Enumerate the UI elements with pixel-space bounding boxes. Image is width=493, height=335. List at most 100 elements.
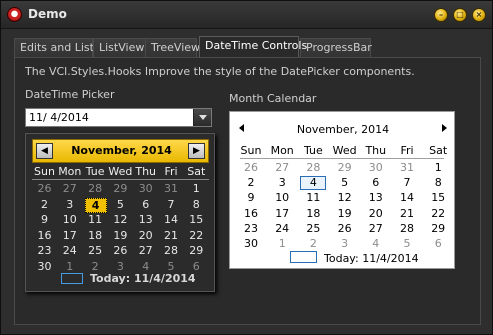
calendar-day[interactable]: 1 bbox=[184, 182, 209, 195]
calendar-day[interactable]: 8 bbox=[425, 176, 451, 189]
calendar-day[interactable]: 27 bbox=[57, 182, 82, 195]
calendar-day[interactable]: 22 bbox=[184, 229, 209, 242]
calendar-day[interactable]: 20 bbox=[133, 229, 158, 242]
calendar-day[interactable]: 29 bbox=[332, 161, 358, 174]
title-bar[interactable]: Demo – □ × bbox=[1, 1, 492, 29]
calendar-day[interactable]: 9 bbox=[238, 191, 264, 204]
calendar-day[interactable]: 23 bbox=[32, 244, 57, 257]
month-calendar-month-title[interactable]: November, 2014 bbox=[230, 123, 456, 136]
calendar-day[interactable]: 11 bbox=[83, 213, 108, 226]
calendar-day[interactable]: 5 bbox=[108, 198, 133, 211]
calendar-day[interactable]: 22 bbox=[425, 207, 451, 220]
calendar-day[interactable]: 10 bbox=[57, 213, 82, 226]
calendar-day[interactable]: 31 bbox=[394, 161, 420, 174]
calendar-day[interactable]: 25 bbox=[300, 222, 326, 235]
dropdown-calendar-header: ◀ November, 2014 ▶ bbox=[32, 139, 209, 163]
calendar-day[interactable]: 18 bbox=[83, 229, 108, 242]
tab-edits-and-lists[interactable]: Edits and Lists bbox=[14, 38, 100, 57]
calendar-day[interactable]: 3 bbox=[269, 176, 295, 189]
calendar-day[interactable]: 7 bbox=[394, 176, 420, 189]
calendar-day[interactable]: 7 bbox=[159, 198, 184, 211]
calendar-day[interactable]: 4 bbox=[300, 176, 327, 191]
calendar-day[interactable]: 6 bbox=[425, 237, 451, 250]
calendar-day[interactable]: 24 bbox=[57, 244, 82, 257]
calendar-day[interactable]: 21 bbox=[394, 207, 420, 220]
calendar-day[interactable]: 19 bbox=[108, 229, 133, 242]
calendar-day[interactable]: 28 bbox=[159, 244, 184, 257]
calendar-day[interactable]: 24 bbox=[269, 222, 295, 235]
calendar-day[interactable]: 17 bbox=[269, 207, 295, 220]
calendar-day[interactable]: 26 bbox=[332, 222, 358, 235]
chevron-right-icon[interactable] bbox=[442, 124, 447, 132]
weekday-header: Thu bbox=[365, 144, 387, 157]
calendar-day[interactable]: 2 bbox=[238, 176, 264, 189]
calendar-day[interactable]: 27 bbox=[269, 161, 295, 174]
calendar-day[interactable]: 14 bbox=[394, 191, 420, 204]
tab-treeview[interactable]: TreeView bbox=[145, 38, 200, 57]
calendar-day[interactable]: 2 bbox=[32, 198, 57, 211]
calendar-day[interactable]: 21 bbox=[159, 229, 184, 242]
calendar-day[interactable]: 16 bbox=[32, 229, 57, 242]
calendar-day[interactable]: 12 bbox=[332, 191, 358, 204]
calendar-day[interactable]: 19 bbox=[332, 207, 358, 220]
calendar-day[interactable]: 6 bbox=[133, 198, 158, 211]
calendar-day[interactable]: 15 bbox=[425, 191, 451, 204]
calendar-day[interactable]: 27 bbox=[133, 244, 158, 257]
calendar-day[interactable]: 31 bbox=[159, 182, 184, 195]
calendar-day[interactable]: 29 bbox=[425, 222, 451, 235]
calendar-day[interactable]: 18 bbox=[300, 207, 326, 220]
calendar-day[interactable]: 17 bbox=[57, 229, 82, 242]
calendar-day[interactable]: 10 bbox=[269, 191, 295, 204]
calendar-day[interactable]: 3 bbox=[57, 198, 82, 211]
calendar-day[interactable]: 5 bbox=[394, 237, 420, 250]
today-marker-icon bbox=[61, 273, 83, 284]
calendar-day[interactable]: 3 bbox=[332, 237, 358, 250]
chevron-down-icon bbox=[199, 115, 207, 120]
calendar-day[interactable]: 13 bbox=[133, 213, 158, 226]
close-icon[interactable]: × bbox=[472, 8, 486, 22]
calendar-day[interactable]: 2 bbox=[300, 237, 326, 250]
datetime-dropdown-button[interactable] bbox=[193, 109, 211, 126]
calendar-day[interactable]: 28 bbox=[394, 222, 420, 235]
tab-datetime-controls[interactable]: DateTime Controls bbox=[199, 36, 307, 57]
datetime-picker[interactable]: 11/ 4/2014 bbox=[25, 108, 212, 127]
chevron-right-icon[interactable]: ▶ bbox=[188, 143, 205, 159]
calendar-day[interactable]: 29 bbox=[108, 182, 133, 195]
datetime-picker-value[interactable]: 11/ 4/2014 bbox=[29, 111, 89, 124]
calendar-day[interactable]: 28 bbox=[83, 182, 108, 195]
calendar-day[interactable]: 30 bbox=[238, 237, 264, 250]
calendar-day[interactable]: 26 bbox=[32, 182, 57, 195]
calendar-day[interactable]: 27 bbox=[363, 222, 389, 235]
calendar-day[interactable]: 4 bbox=[363, 237, 389, 250]
dropdown-calendar-today-text[interactable]: Today: 11/4/2014 bbox=[90, 272, 196, 285]
calendar-day[interactable]: 6 bbox=[363, 176, 389, 189]
calendar-day[interactable]: 15 bbox=[184, 213, 209, 226]
calendar-day[interactable]: 28 bbox=[300, 161, 326, 174]
calendar-day[interactable]: 30 bbox=[133, 182, 158, 195]
calendar-day[interactable]: 1 bbox=[425, 161, 451, 174]
tab-progressbar[interactable]: ProgressBar bbox=[300, 38, 372, 57]
calendar-day[interactable]: 29 bbox=[184, 244, 209, 257]
calendar-day[interactable]: 5 bbox=[332, 176, 358, 189]
minimize-icon[interactable]: – bbox=[434, 8, 448, 22]
calendar-day[interactable]: 11 bbox=[300, 191, 326, 204]
calendar-day[interactable]: 25 bbox=[83, 244, 108, 257]
calendar-day[interactable]: 30 bbox=[363, 161, 389, 174]
calendar-day[interactable]: 9 bbox=[32, 213, 57, 226]
calendar-day[interactable]: 26 bbox=[108, 244, 133, 257]
calendar-day[interactable]: 4 bbox=[84, 197, 107, 213]
weekday-header: Mon bbox=[270, 144, 294, 157]
month-calendar-today-text[interactable]: Today: 11/4/2014 bbox=[324, 252, 419, 265]
dropdown-calendar-today[interactable]: Today: 11/4/2014 bbox=[32, 272, 209, 286]
calendar-day[interactable]: 1 bbox=[269, 237, 295, 250]
calendar-day[interactable]: 26 bbox=[238, 161, 264, 174]
calendar-day[interactable]: 8 bbox=[184, 198, 209, 211]
calendar-day[interactable]: 23 bbox=[238, 222, 264, 235]
maximize-icon[interactable]: □ bbox=[453, 8, 467, 22]
calendar-day[interactable]: 16 bbox=[238, 207, 264, 220]
dropdown-calendar-month-title[interactable]: November, 2014 bbox=[33, 144, 210, 157]
calendar-day[interactable]: 12 bbox=[108, 213, 133, 226]
calendar-day[interactable]: 20 bbox=[363, 207, 389, 220]
calendar-day[interactable]: 13 bbox=[363, 191, 389, 204]
calendar-day[interactable]: 14 bbox=[159, 213, 184, 226]
